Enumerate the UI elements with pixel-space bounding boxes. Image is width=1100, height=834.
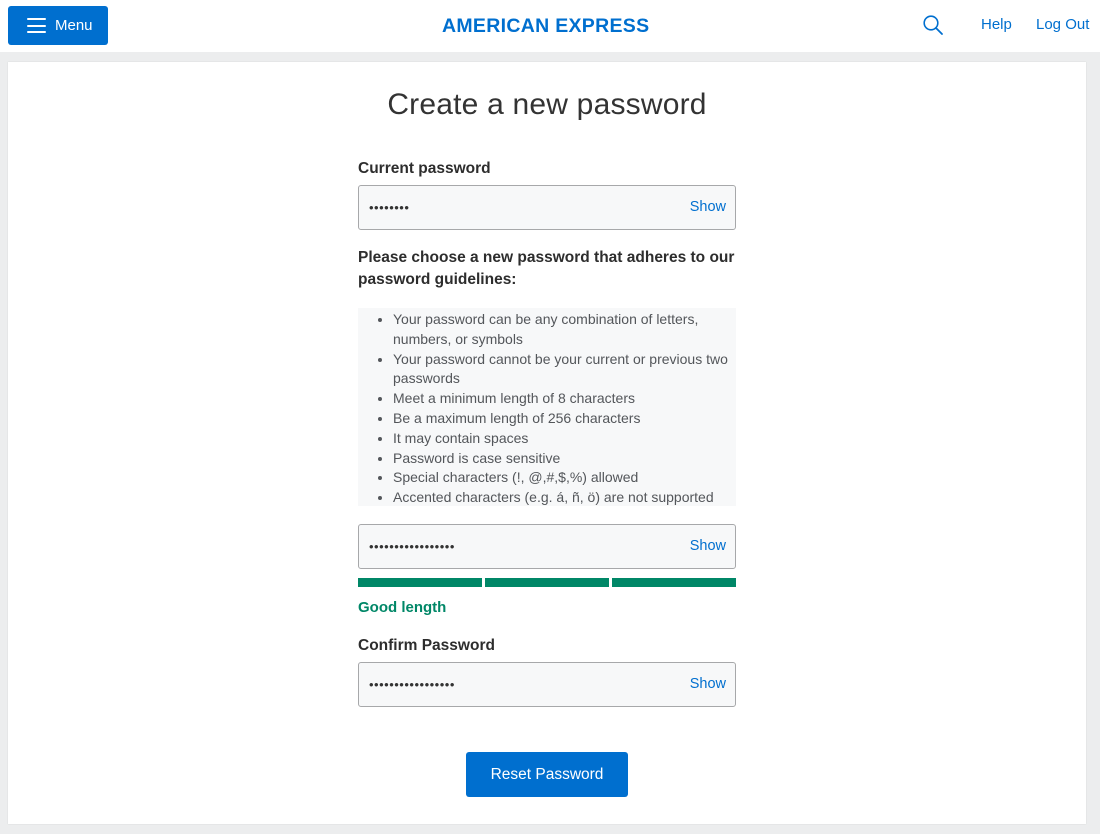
new-password-value: ••••••••••••••••• xyxy=(369,539,455,554)
password-strength-text: Good length xyxy=(358,599,447,616)
confirm-password-label: Confirm Password xyxy=(358,637,495,654)
strength-segment xyxy=(612,578,736,587)
password-instructions: Please choose a new password that adhere… xyxy=(358,249,735,288)
password-reset-card: Create a new password Current password •… xyxy=(8,62,1086,824)
confirm-password-show-toggle[interactable]: Show xyxy=(690,663,726,706)
guideline-item: Password is case sensitive xyxy=(393,449,736,469)
search-icon[interactable] xyxy=(922,14,944,36)
page-title: Create a new password xyxy=(387,88,707,121)
password-guidelines-list: Your password can be any combination of … xyxy=(393,310,736,508)
menu-button-label: Menu xyxy=(55,17,93,34)
confirm-password-value: ••••••••••••••••• xyxy=(369,677,455,692)
guideline-item: Meet a minimum length of 8 characters xyxy=(393,389,736,409)
guideline-item: Your password can be any combination of … xyxy=(393,310,736,350)
help-link[interactable]: Help xyxy=(981,16,1012,33)
current-password-value: •••••••• xyxy=(369,200,410,215)
guideline-item: Accented characters (e.g. á, ñ, ö) are n… xyxy=(393,488,736,508)
new-password-input[interactable]: ••••••••••••••••• Show xyxy=(358,524,736,569)
guideline-item: It may contain spaces xyxy=(393,429,736,449)
current-password-input[interactable]: •••••••• Show xyxy=(358,185,736,230)
current-password-label: Current password xyxy=(358,160,491,177)
hamburger-icon xyxy=(27,18,46,33)
top-navigation-bar: Menu AMERICAN EXPRESS Help Log Out xyxy=(0,0,1100,52)
new-password-show-toggle[interactable]: Show xyxy=(690,525,726,568)
logout-link[interactable]: Log Out xyxy=(1036,16,1089,33)
guideline-item: Special characters (!, @,#,$,%) allowed xyxy=(393,468,736,488)
strength-segment xyxy=(485,578,609,587)
password-guidelines-box: Your password can be any combination of … xyxy=(358,308,736,506)
confirm-password-input[interactable]: ••••••••••••••••• Show xyxy=(358,662,736,707)
guideline-item: Be a maximum length of 256 characters xyxy=(393,409,736,429)
password-strength-meter xyxy=(358,578,736,587)
reset-password-button[interactable]: Reset Password xyxy=(466,752,628,797)
current-password-show-toggle[interactable]: Show xyxy=(690,186,726,229)
strength-segment xyxy=(358,578,482,587)
guideline-item: Your password cannot be your current or … xyxy=(393,350,736,390)
american-express-logo[interactable]: AMERICAN EXPRESS xyxy=(442,15,654,37)
menu-button[interactable]: Menu xyxy=(8,6,108,45)
